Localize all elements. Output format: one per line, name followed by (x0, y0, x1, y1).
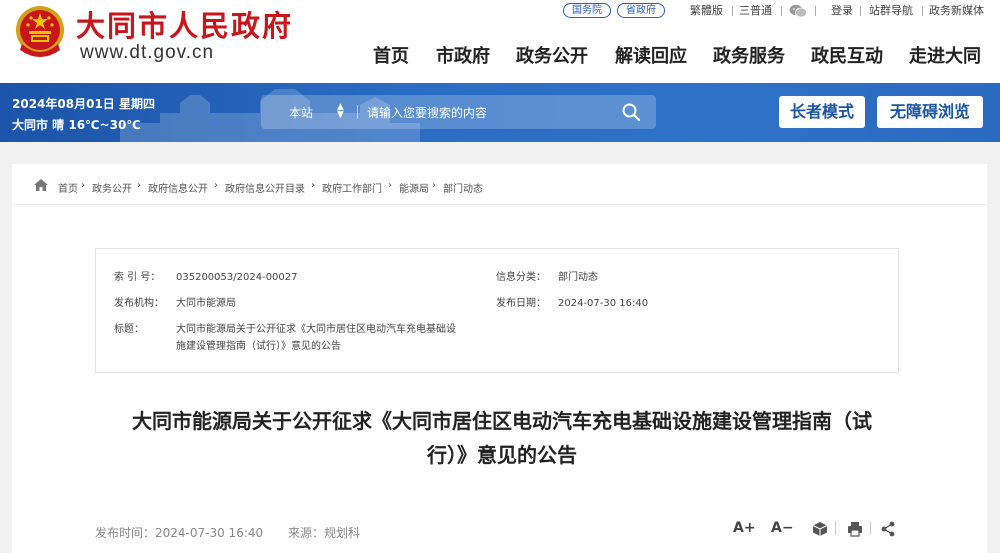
divider (12, 204, 987, 205)
breadcrumb-item[interactable]: 部门动态 (443, 180, 483, 195)
date-label: 发布日期： (496, 298, 546, 309)
divider (870, 521, 871, 535)
article-source: 来源：规划科 (288, 526, 361, 540)
title-label: 标题： (114, 324, 144, 335)
elder-mode-button[interactable]: 长者模式 (779, 96, 865, 128)
sitemap-link[interactable]: 站群导航 (869, 4, 913, 17)
index-label: 索 引 号： (114, 272, 161, 283)
three-universal-link[interactable]: 三普通 (739, 4, 772, 17)
font-increase-button[interactable]: A+ (733, 520, 756, 536)
updown-arrow-icon[interactable]: ▲ ▼ (337, 103, 344, 120)
breadcrumb-item[interactable]: 政府工作部门 (322, 180, 382, 195)
org-label: 发布机构： (114, 298, 164, 309)
breadcrumb-sep: › (311, 180, 315, 191)
article-title-line1: 大同市能源局关于公开征求《大同市居住区电动汽车充电基础设施建设管理指南（试 (132, 409, 872, 433)
home-icon[interactable] (34, 179, 48, 191)
divider (732, 6, 733, 16)
accessible-browse-button[interactable]: 无障碍浏览 (877, 96, 983, 128)
divider (815, 6, 816, 16)
divider (835, 521, 836, 535)
traditional-link[interactable]: 繁體版 (690, 4, 723, 17)
state-council-link[interactable]: 国务院 (563, 3, 611, 18)
breadcrumb-item[interactable]: 能源局 (399, 180, 429, 195)
publish-time: 发布时间：2024-07-30 16:40 (95, 526, 264, 540)
category-label: 信息分类： (496, 272, 546, 283)
date-value: 2024-07-30 16:40 (558, 298, 649, 309)
search-icon[interactable] (621, 102, 641, 122)
weather: 大同市 晴 16℃~30℃ (12, 118, 141, 132)
province-link[interactable]: 省政府 (617, 3, 665, 18)
breadcrumb-sep: › (137, 180, 141, 191)
search-bar: 本站 ▲ ▼ 请输入您要搜索的内容 (261, 95, 656, 129)
index-value: 035200053/2024-00027 (176, 272, 298, 283)
new-media-link[interactable]: 政务新媒体 (929, 4, 984, 17)
nav-item-city-gov[interactable]: 市政府 (436, 42, 490, 68)
title-value-line2: 施建设管理指南（试行）》意见的公告 (176, 341, 341, 352)
breadcrumb-sep: › (432, 180, 436, 191)
breadcrumb-sep: › (388, 180, 392, 191)
search-input[interactable]: 请输入您要搜索的内容 (367, 104, 487, 121)
font-decrease-button[interactable]: A− (771, 520, 794, 536)
breadcrumb-sep: › (214, 180, 218, 191)
national-emblem-icon[interactable] (14, 4, 66, 58)
breadcrumb-item[interactable]: 首页 (58, 180, 78, 195)
nav-item-interaction[interactable]: 政民互动 (811, 42, 883, 68)
breadcrumb-item[interactable]: 政务公开 (92, 180, 132, 195)
banner: 2024年08月01日 星期四 大同市 晴 16℃~30℃ 本站 ▲ ▼ 请输入您… (0, 83, 1000, 142)
wechat-icon[interactable] (789, 4, 807, 18)
article-title: 大同市能源局关于公开征求《大同市居住区电动汽车充电基础设施建设管理指南（试 行）… (102, 404, 902, 472)
login-link[interactable]: 登录 (831, 4, 853, 17)
divider (357, 105, 358, 119)
cube-icon[interactable] (812, 521, 828, 537)
article-title-line2: 行）》意见的公告 (427, 443, 577, 467)
org-value: 大同市能源局 (176, 298, 236, 309)
title-value-line1: 大同市能源局关于公开征求《大同市居住区电动汽车充电基础设 (176, 324, 456, 335)
nav-item-interpretation[interactable]: 解读回应 (615, 42, 687, 68)
category-value: 部门动态 (558, 272, 598, 283)
nav-item-home[interactable]: 首页 (373, 42, 409, 68)
divider (860, 6, 861, 16)
site-url: www.dt.gov.cn (80, 42, 215, 63)
divider (922, 6, 923, 16)
breadcrumb-item[interactable]: 政府信息公开 (148, 180, 208, 195)
nav-item-gov-affairs[interactable]: 政务公开 (516, 42, 588, 68)
nav-item-datong[interactable]: 走进大同 (909, 42, 981, 68)
current-date: 2024年08月01日 星期四 (12, 97, 155, 111)
divider (781, 6, 782, 16)
info-table: 索 引 号： 035200053/2024-00027 信息分类： 部门动态 发… (95, 248, 899, 373)
search-scope-select[interactable]: 本站 (289, 104, 313, 121)
print-icon[interactable] (847, 521, 863, 537)
nav-item-services[interactable]: 政务服务 (713, 42, 785, 68)
breadcrumb-sep: › (81, 180, 85, 191)
site-header: 大同市人民政府 www.dt.gov.cn 国务院 省政府 繁體版 三普通 登录… (0, 0, 1000, 83)
share-icon[interactable] (880, 521, 896, 537)
breadcrumb-item[interactable]: 政府信息公开目录 (225, 180, 305, 195)
site-name[interactable]: 大同市人民政府 (76, 3, 293, 45)
content-card: 首页 › 政务公开 › 政府信息公开 › 政府信息公开目录 › 政府工作部门 ›… (12, 164, 987, 553)
